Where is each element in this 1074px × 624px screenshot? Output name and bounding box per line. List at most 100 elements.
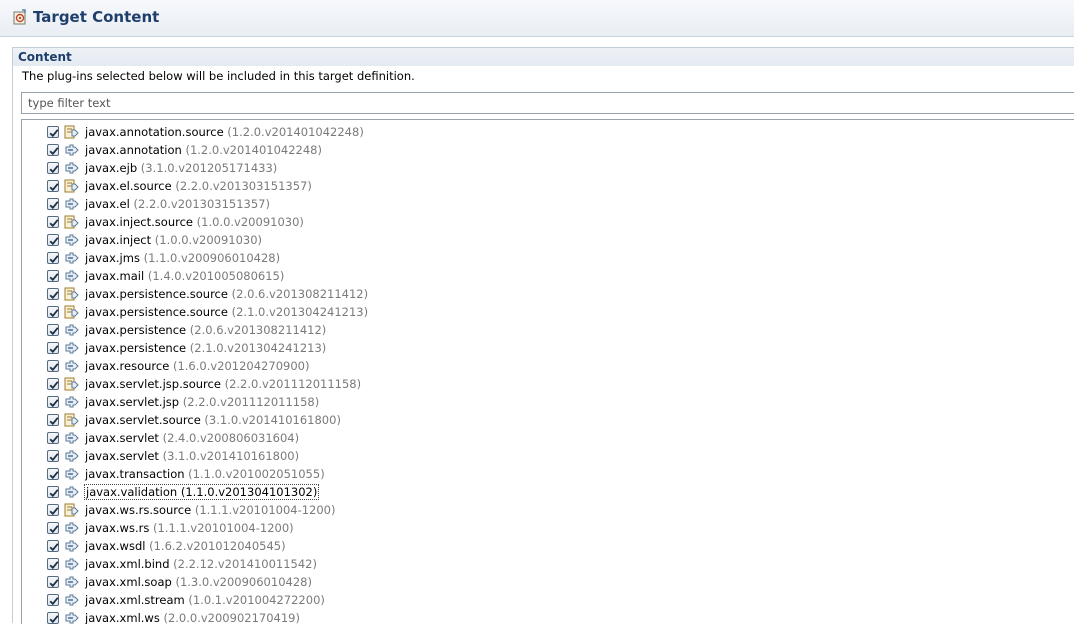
plugin-name: javax.el.source — [85, 179, 172, 193]
plugin-icon — [64, 448, 80, 464]
plugin-checkbox[interactable] — [47, 414, 59, 426]
plugin-row[interactable]: javax.resource (1.6.0.v201204270900) — [22, 357, 1074, 375]
plugin-icon — [64, 160, 80, 176]
plugin-version: (2.0.6.v201308211412) — [186, 323, 327, 337]
plugin-row[interactable]: javax.mail (1.4.0.v201005080615) — [22, 267, 1074, 285]
plugin-checkbox[interactable] — [47, 270, 59, 282]
plugin-checkbox[interactable] — [47, 486, 59, 498]
plugin-checkbox[interactable] — [47, 378, 59, 390]
plugin-version: (1.2.0.v201401042248) — [223, 125, 364, 139]
plugin-name: javax.jms — [85, 251, 140, 265]
plugin-checkbox[interactable] — [47, 576, 59, 588]
plugin-label: javax.xml.bind (2.2.12.v201410011542) — [84, 557, 318, 571]
plugin-row[interactable]: javax.xml.soap (1.3.0.v200906010428) — [22, 573, 1074, 591]
plugin-row[interactable]: javax.servlet.source (3.1.0.v20141016180… — [22, 411, 1074, 429]
plugin-row[interactable]: javax.persistence (2.0.6.v201308211412) — [22, 321, 1074, 339]
plugin-checkbox[interactable] — [47, 342, 59, 354]
plugin-row[interactable]: javax.servlet (2.4.0.v200806031604) — [22, 429, 1074, 447]
plugin-name: javax.ws.rs.source — [85, 503, 192, 517]
plugin-row[interactable]: javax.annotation (1.2.0.v201401042248) — [22, 141, 1074, 159]
content-section: Content The plug-ins selected below will… — [12, 47, 1074, 624]
plugin-version: (1.6.2.v201012040545) — [145, 539, 286, 553]
plugin-row[interactable]: javax.xml.bind (2.2.12.v201410011542) — [22, 555, 1074, 573]
plugin-label: javax.annotation.source (1.2.0.v20140104… — [84, 125, 365, 139]
plugin-checkbox[interactable] — [47, 324, 59, 336]
plugin-name: javax.servlet.source — [85, 413, 201, 427]
plugin-label: javax.resource (1.6.0.v201204270900) — [84, 359, 310, 373]
plugin-checkbox[interactable] — [47, 306, 59, 318]
plugin-name: javax.validation — [86, 485, 178, 499]
plugin-checkbox[interactable] — [47, 198, 59, 210]
plugin-name: javax.servlet — [85, 449, 159, 463]
plugin-checkbox[interactable] — [47, 522, 59, 534]
plugin-row[interactable]: javax.ws.rs (1.1.1.v20101004-1200) — [22, 519, 1074, 537]
plugin-checkbox[interactable] — [47, 234, 59, 246]
plugin-row[interactable]: javax.el.source (2.2.0.v201303151357) — [22, 177, 1074, 195]
plugin-tree[interactable]: javax.annotation.source (1.2.0.v20140104… — [21, 119, 1074, 624]
plugin-checkbox[interactable] — [47, 540, 59, 552]
plugin-label: javax.jms (1.1.0.v200906010428) — [84, 251, 281, 265]
plugin-row[interactable]: javax.persistence.source (2.1.0.v2013042… — [22, 303, 1074, 321]
plugin-version: (1.0.1.v201004272200) — [184, 593, 325, 607]
source-bundle-icon — [64, 214, 80, 230]
plugin-row[interactable]: javax.inject.source (1.0.0.v20091030) — [22, 213, 1074, 231]
plugin-row[interactable]: javax.wsdl (1.6.2.v201012040545) — [22, 537, 1074, 555]
plugin-checkbox[interactable] — [47, 432, 59, 444]
plugin-row[interactable]: javax.servlet (3.1.0.v201410161800) — [22, 447, 1074, 465]
plugin-name: javax.annotation.source — [85, 125, 224, 139]
plugin-checkbox[interactable] — [47, 450, 59, 462]
plugin-label: javax.el (2.2.0.v201303151357) — [84, 197, 271, 211]
plugin-version: (2.1.0.v201304241213) — [227, 305, 369, 319]
plugin-row[interactable]: javax.persistence (2.1.0.v201304241213) — [22, 339, 1074, 357]
plugin-row[interactable]: javax.xml.stream (1.0.1.v201004272200) — [22, 591, 1074, 609]
plugin-row[interactable]: javax.validation (1.1.0.v201304101302) — [22, 483, 1074, 501]
plugin-row[interactable]: javax.ejb (3.1.0.v201205171433) — [22, 159, 1074, 177]
plugin-row[interactable]: javax.servlet.jsp (2.2.0.v201112011158) — [22, 393, 1074, 411]
plugin-label: javax.inject (1.0.0.v20091030) — [84, 233, 263, 247]
plugin-name: javax.annotation — [85, 143, 182, 157]
plugin-name: javax.servlet.jsp.source — [85, 377, 221, 391]
plugin-name: javax.xml.bind — [85, 557, 170, 571]
plugin-row[interactable]: javax.ws.rs.source (1.1.1.v20101004-1200… — [22, 501, 1074, 519]
plugin-label: javax.ws.rs (1.1.1.v20101004-1200) — [84, 521, 295, 535]
plugin-row[interactable]: javax.annotation.source (1.2.0.v20140104… — [22, 123, 1074, 141]
plugin-checkbox[interactable] — [47, 162, 59, 174]
plugin-label: javax.servlet.jsp (2.2.0.v201112011158) — [84, 395, 320, 409]
plugin-version: (2.4.0.v200806031604) — [158, 431, 300, 445]
plugin-checkbox[interactable] — [47, 360, 59, 372]
plugin-row[interactable]: javax.servlet.jsp.source (2.2.0.v2011120… — [22, 375, 1074, 393]
plugin-row[interactable]: javax.el (2.2.0.v201303151357) — [22, 195, 1074, 213]
plugin-checkbox[interactable] — [47, 504, 59, 516]
plugin-checkbox[interactable] — [47, 594, 59, 606]
plugin-version: (2.0.6.v201308211412) — [227, 287, 369, 301]
plugin-checkbox[interactable] — [47, 144, 59, 156]
section-header[interactable]: Content — [13, 48, 1074, 66]
plugin-row[interactable]: javax.persistence.source (2.0.6.v2013082… — [22, 285, 1074, 303]
filter-input[interactable] — [21, 92, 1074, 114]
plugin-row[interactable]: javax.jms (1.1.0.v200906010428) — [22, 249, 1074, 267]
plugin-row[interactable]: javax.inject (1.0.0.v20091030) — [22, 231, 1074, 249]
plugin-checkbox[interactable] — [47, 468, 59, 480]
plugin-checkbox[interactable] — [47, 288, 59, 300]
plugin-name: javax.xml.stream — [85, 593, 185, 607]
plugin-checkbox[interactable] — [47, 126, 59, 138]
plugin-checkbox[interactable] — [47, 558, 59, 570]
plugin-row[interactable]: javax.transaction (1.1.0.v201002051055) — [22, 465, 1074, 483]
source-bundle-icon — [64, 376, 80, 392]
plugin-version: (2.2.0.v201112011158) — [220, 377, 362, 391]
plugin-icon — [64, 340, 80, 356]
plugin-label: javax.mail (1.4.0.v201005080615) — [84, 269, 285, 283]
plugin-label: javax.xml.soap (1.3.0.v200906010428) — [84, 575, 313, 589]
plugin-checkbox[interactable] — [47, 180, 59, 192]
plugin-icon — [64, 268, 80, 284]
plugin-checkbox[interactable] — [47, 396, 59, 408]
plugin-label: javax.persistence (2.0.6.v201308211412) — [84, 323, 327, 337]
plugin-icon — [64, 592, 80, 608]
plugin-version: (2.1.0.v201304241213) — [186, 341, 327, 355]
plugin-checkbox[interactable] — [47, 252, 59, 264]
section-title: Content — [18, 50, 72, 64]
source-bundle-icon — [64, 286, 80, 302]
plugin-checkbox[interactable] — [47, 216, 59, 228]
plugin-checkbox[interactable] — [47, 612, 59, 624]
plugin-label: javax.persistence.source (2.0.6.v2013082… — [84, 287, 369, 301]
